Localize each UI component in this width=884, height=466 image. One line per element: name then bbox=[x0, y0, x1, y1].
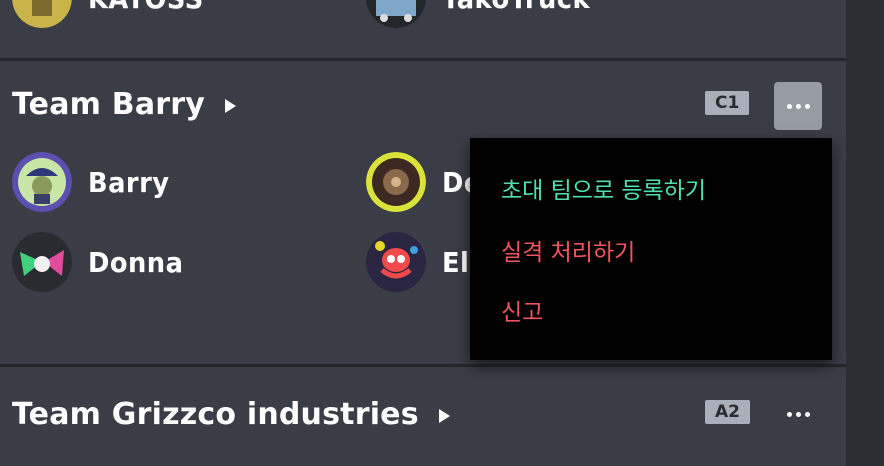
player-name: Barry bbox=[88, 165, 170, 199]
expand-triangle-icon[interactable] bbox=[225, 98, 237, 113]
truck-character-avatar-icon bbox=[366, 0, 426, 28]
pirate-character-avatar-icon bbox=[12, 152, 72, 212]
team-title-row[interactable]: Team Grizzco industries bbox=[12, 397, 450, 432]
more-options-button[interactable] bbox=[774, 82, 822, 130]
spiky-character-avatar-icon bbox=[366, 152, 426, 212]
player-item[interactable]: KAYOSS bbox=[12, 0, 214, 28]
player-item[interactable]: TakoTruck bbox=[366, 0, 603, 28]
team-card-grizzco: Team Grizzco industries A2 bbox=[0, 367, 846, 466]
player-name: KAYOSS bbox=[88, 0, 204, 15]
scrollbar-track[interactable] bbox=[846, 0, 884, 466]
expand-triangle-icon[interactable] bbox=[438, 408, 450, 423]
report-menu-item[interactable]: 신고 bbox=[501, 293, 543, 327]
team-rank-badge: C1 bbox=[705, 91, 750, 115]
octopus-avatar-icon bbox=[366, 232, 426, 292]
player-item[interactable]: Barry bbox=[12, 152, 177, 212]
disqualify-menu-item[interactable]: 실격 처리하기 bbox=[501, 233, 635, 267]
player-name: Donna bbox=[88, 245, 184, 279]
register-invite-team-menu-item[interactable]: 초대 팀으로 등록하기 bbox=[501, 171, 706, 205]
player-item[interactable]: De bbox=[366, 152, 485, 212]
player-item[interactable]: Donna bbox=[12, 232, 192, 292]
more-dots-icon bbox=[786, 411, 792, 417]
team-name: Team Barry bbox=[12, 87, 206, 122]
yellow-character-avatar-icon bbox=[12, 0, 72, 28]
player-name: TakoTruck bbox=[442, 0, 590, 15]
team-name: Team Grizzco industries bbox=[12, 397, 419, 432]
context-menu: 초대 팀으로 등록하기 실격 처리하기 신고 bbox=[470, 138, 832, 360]
more-dots-icon bbox=[786, 103, 792, 109]
more-options-button[interactable] bbox=[774, 390, 822, 438]
team-title-row[interactable]: Team Barry bbox=[12, 87, 237, 122]
team-rank-badge: A2 bbox=[705, 400, 750, 424]
player-item[interactable]: Eli bbox=[366, 232, 482, 292]
squid-ink-avatar-icon bbox=[12, 232, 72, 292]
